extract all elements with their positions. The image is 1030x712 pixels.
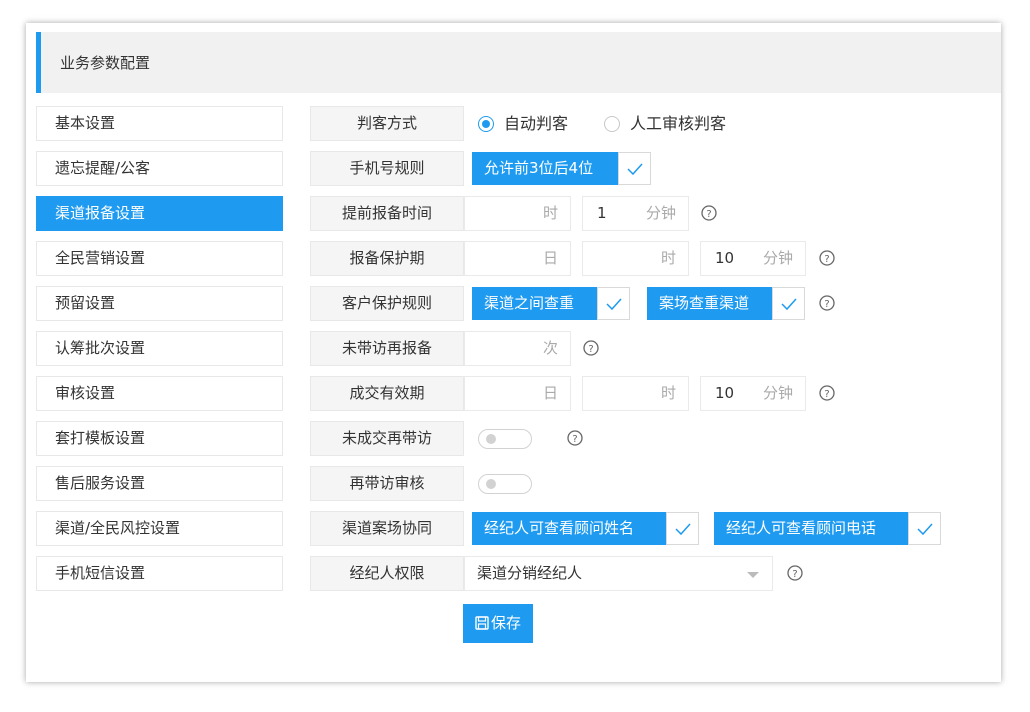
unit-label: 分钟 — [762, 249, 793, 267]
field-label: 经纪人权限 — [310, 556, 464, 591]
svg-text:?: ? — [706, 209, 711, 220]
caret-down-icon — [747, 572, 759, 578]
help-icon[interactable]: ? — [567, 430, 583, 446]
svg-text:?: ? — [824, 254, 829, 265]
radio-label: 自动判客 — [504, 114, 569, 133]
svg-text:?: ? — [572, 434, 577, 445]
unit-label: 时 — [542, 204, 558, 222]
field-label: 判客方式 — [310, 106, 464, 141]
field-label: 手机号规则 — [310, 151, 464, 186]
unit-label: 日 — [542, 249, 558, 267]
sidebar-item-risk-control[interactable]: 渠道/全民风控设置 — [36, 511, 283, 546]
sidebar-item-channel-report[interactable]: 渠道报备设置 — [36, 196, 283, 231]
toggle-knob — [486, 479, 496, 489]
field-label: 报备保护期 — [310, 241, 464, 276]
unit-label: 时 — [660, 249, 676, 267]
radio-circle-icon — [478, 116, 494, 132]
field-label: 未带访再报备 — [310, 331, 464, 366]
help-icon[interactable]: ? — [787, 565, 803, 581]
panel-header: 业务参数配置 — [36, 32, 1001, 93]
checkmark-icon — [597, 287, 630, 320]
hour-input[interactable]: 时 — [464, 196, 571, 231]
settings-panel: 业务参数配置 基本设置 遗忘提醒/公客 渠道报备设置 全民营销设置 预留设置 认… — [26, 23, 1001, 682]
sidebar-item-marketing[interactable]: 全民营销设置 — [36, 241, 283, 276]
help-icon[interactable]: ? — [819, 385, 835, 401]
svg-text:?: ? — [588, 344, 593, 355]
svg-text:?: ? — [824, 389, 829, 400]
broker-permission-select[interactable]: 渠道分销经纪人 — [464, 556, 773, 591]
field-label: 渠道案场协同 — [310, 511, 464, 546]
header-accent-bar — [36, 32, 41, 93]
floppy-disk-icon — [475, 616, 489, 630]
field-label: 成交有效期 — [310, 376, 464, 411]
tag-label: 案场查重渠道 — [647, 287, 772, 320]
tag-view-consultant-name[interactable]: 经纪人可查看顾问姓名 — [472, 511, 700, 546]
unit-label: 分钟 — [762, 384, 793, 402]
checkmark-icon — [772, 287, 805, 320]
input-value: 1 — [597, 204, 607, 222]
select-value: 渠道分销经纪人 — [477, 564, 583, 582]
revisit-review-toggle[interactable] — [478, 474, 532, 494]
sidebar-item-after-sales[interactable]: 售后服务设置 — [36, 466, 283, 501]
field-label: 客户保护规则 — [310, 286, 464, 321]
day-input[interactable]: 日 — [464, 376, 571, 411]
help-icon[interactable]: ? — [701, 205, 717, 221]
checkmark-icon — [908, 512, 941, 545]
field-label: 提前报备时间 — [310, 196, 464, 231]
sidebar-item-reservation[interactable]: 预留设置 — [36, 286, 283, 321]
radio-circle-icon — [604, 116, 620, 132]
sidebar-item-basic-settings[interactable]: 基本设置 — [36, 106, 283, 141]
checkmark-icon — [666, 512, 699, 545]
day-input[interactable]: 日 — [464, 241, 571, 276]
tag-label: 经纪人可查看顾问姓名 — [472, 512, 666, 545]
help-icon[interactable]: ? — [583, 340, 599, 356]
input-value: 10 — [715, 384, 735, 402]
sidebar-item-forget-reminder[interactable]: 遗忘提醒/公客 — [36, 151, 283, 186]
hour-input[interactable]: 时 — [582, 376, 689, 411]
toggle-knob — [486, 434, 496, 444]
unit-label: 分钟 — [645, 204, 676, 222]
field-label: 未成交再带访 — [310, 421, 464, 456]
unit-label: 次 — [542, 339, 558, 357]
help-icon[interactable]: ? — [819, 250, 835, 266]
sidebar-item-print-template[interactable]: 套打模板设置 — [36, 421, 283, 456]
tag-label: 渠道之间查重 — [472, 287, 597, 320]
sidebar-item-review[interactable]: 审核设置 — [36, 376, 283, 411]
svg-text:?: ? — [824, 299, 829, 310]
help-icon[interactable]: ? — [819, 295, 835, 311]
tag-channel-dedup[interactable]: 渠道之间查重 — [472, 286, 632, 321]
tag-label: 经纪人可查看顾问电话 — [714, 512, 908, 545]
checkmark-icon — [618, 152, 651, 185]
save-label: 保存 — [490, 614, 521, 632]
minute-input[interactable]: 1 分钟 — [582, 196, 689, 231]
sidebar-item-batch[interactable]: 认筹批次设置 — [36, 331, 283, 366]
unclosed-revisit-toggle[interactable] — [478, 429, 532, 449]
tag-phone-mask[interactable]: 允许前3位后4位 — [472, 151, 652, 186]
unit-label: 时 — [660, 384, 676, 402]
radio-auto-judge[interactable]: 自动判客 — [478, 106, 568, 141]
tag-view-consultant-phone[interactable]: 经纪人可查看顾问电话 — [714, 511, 942, 546]
input-value: 10 — [715, 249, 735, 267]
unit-label: 日 — [542, 384, 558, 402]
save-button[interactable]: 保存 — [463, 604, 533, 643]
tag-site-dedup-channel[interactable]: 案场查重渠道 — [647, 286, 807, 321]
times-input[interactable]: 次 — [464, 331, 571, 366]
radio-label: 人工审核判客 — [630, 114, 727, 133]
hour-input[interactable]: 时 — [582, 241, 689, 276]
radio-manual-judge[interactable]: 人工审核判客 — [604, 106, 726, 141]
page-title: 业务参数配置 — [60, 54, 151, 72]
field-label: 再带访审核 — [310, 466, 464, 501]
minute-input[interactable]: 10 分钟 — [700, 376, 806, 411]
sidebar-item-sms[interactable]: 手机短信设置 — [36, 556, 283, 591]
svg-text:?: ? — [792, 569, 797, 580]
tag-label: 允许前3位后4位 — [472, 152, 618, 185]
minute-input[interactable]: 10 分钟 — [700, 241, 806, 276]
